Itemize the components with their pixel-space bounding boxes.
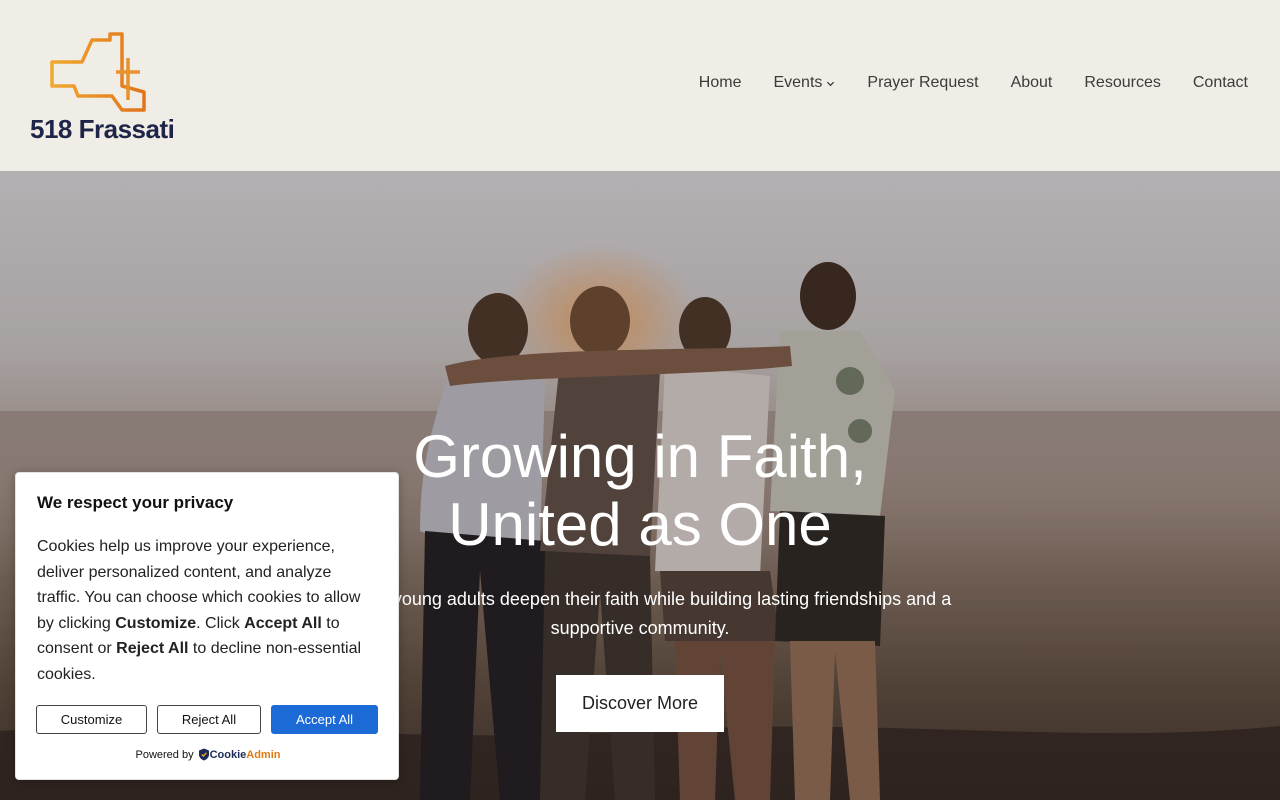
cookie-text-accept: Accept All xyxy=(244,614,322,632)
site-header: 518 Frassati Home Events Prayer Request … xyxy=(0,0,1280,171)
cookie-text-2: . Click xyxy=(196,614,245,632)
discover-more-button[interactable]: Discover More xyxy=(556,675,724,732)
customize-button[interactable]: Customize xyxy=(36,705,147,734)
site-logo[interactable]: 518 Frassati xyxy=(30,30,175,145)
cookie-title: We respect your privacy xyxy=(37,493,234,512)
nav-prayer-request[interactable]: Prayer Request xyxy=(867,74,978,92)
nav-contact[interactable]: Contact xyxy=(1193,74,1248,92)
nav-events[interactable]: Events xyxy=(773,74,835,92)
cookieadmin-brand-2: Admin xyxy=(246,748,281,761)
cookie-text-reject: Reject All xyxy=(116,640,189,658)
main-nav: Home Events Prayer Request About Resourc… xyxy=(667,74,1248,92)
reject-all-button[interactable]: Reject All xyxy=(157,705,261,734)
nav-resources[interactable]: Resources xyxy=(1084,74,1160,92)
nav-events-label: Events xyxy=(773,74,823,91)
cookieadmin-link[interactable]: Cookie Admin xyxy=(198,748,281,761)
powered-by: Powered by Cookie Admin xyxy=(16,748,400,761)
nav-home[interactable]: Home xyxy=(699,74,742,92)
hero-title-line-2: United as One xyxy=(448,491,832,558)
cookie-consent-banner: We respect your privacy Cookies help us … xyxy=(15,472,399,780)
hero-subtitle-line-2: supportive community. xyxy=(550,618,730,638)
logo-text: 518 Frassati xyxy=(30,114,175,144)
powered-by-label: Powered by xyxy=(135,748,194,761)
nav-about[interactable]: About xyxy=(1011,74,1053,92)
hero-title-line-1: Growing in Faith, xyxy=(413,423,867,490)
cookie-text-customize: Customize xyxy=(115,614,197,632)
cookie-description: Cookies help us improve your experience,… xyxy=(37,534,377,688)
shield-icon xyxy=(198,748,209,761)
new-york-state-cross-logo xyxy=(50,32,146,112)
accept-all-button[interactable]: Accept All xyxy=(271,705,378,734)
chevron-down-icon xyxy=(827,81,835,86)
cookieadmin-brand-1: Cookie xyxy=(209,748,247,761)
hero-subtitle-line-1: , where young adults deepen their faith … xyxy=(328,589,952,609)
hero-title: Growing in Faith, United as One xyxy=(340,423,940,559)
